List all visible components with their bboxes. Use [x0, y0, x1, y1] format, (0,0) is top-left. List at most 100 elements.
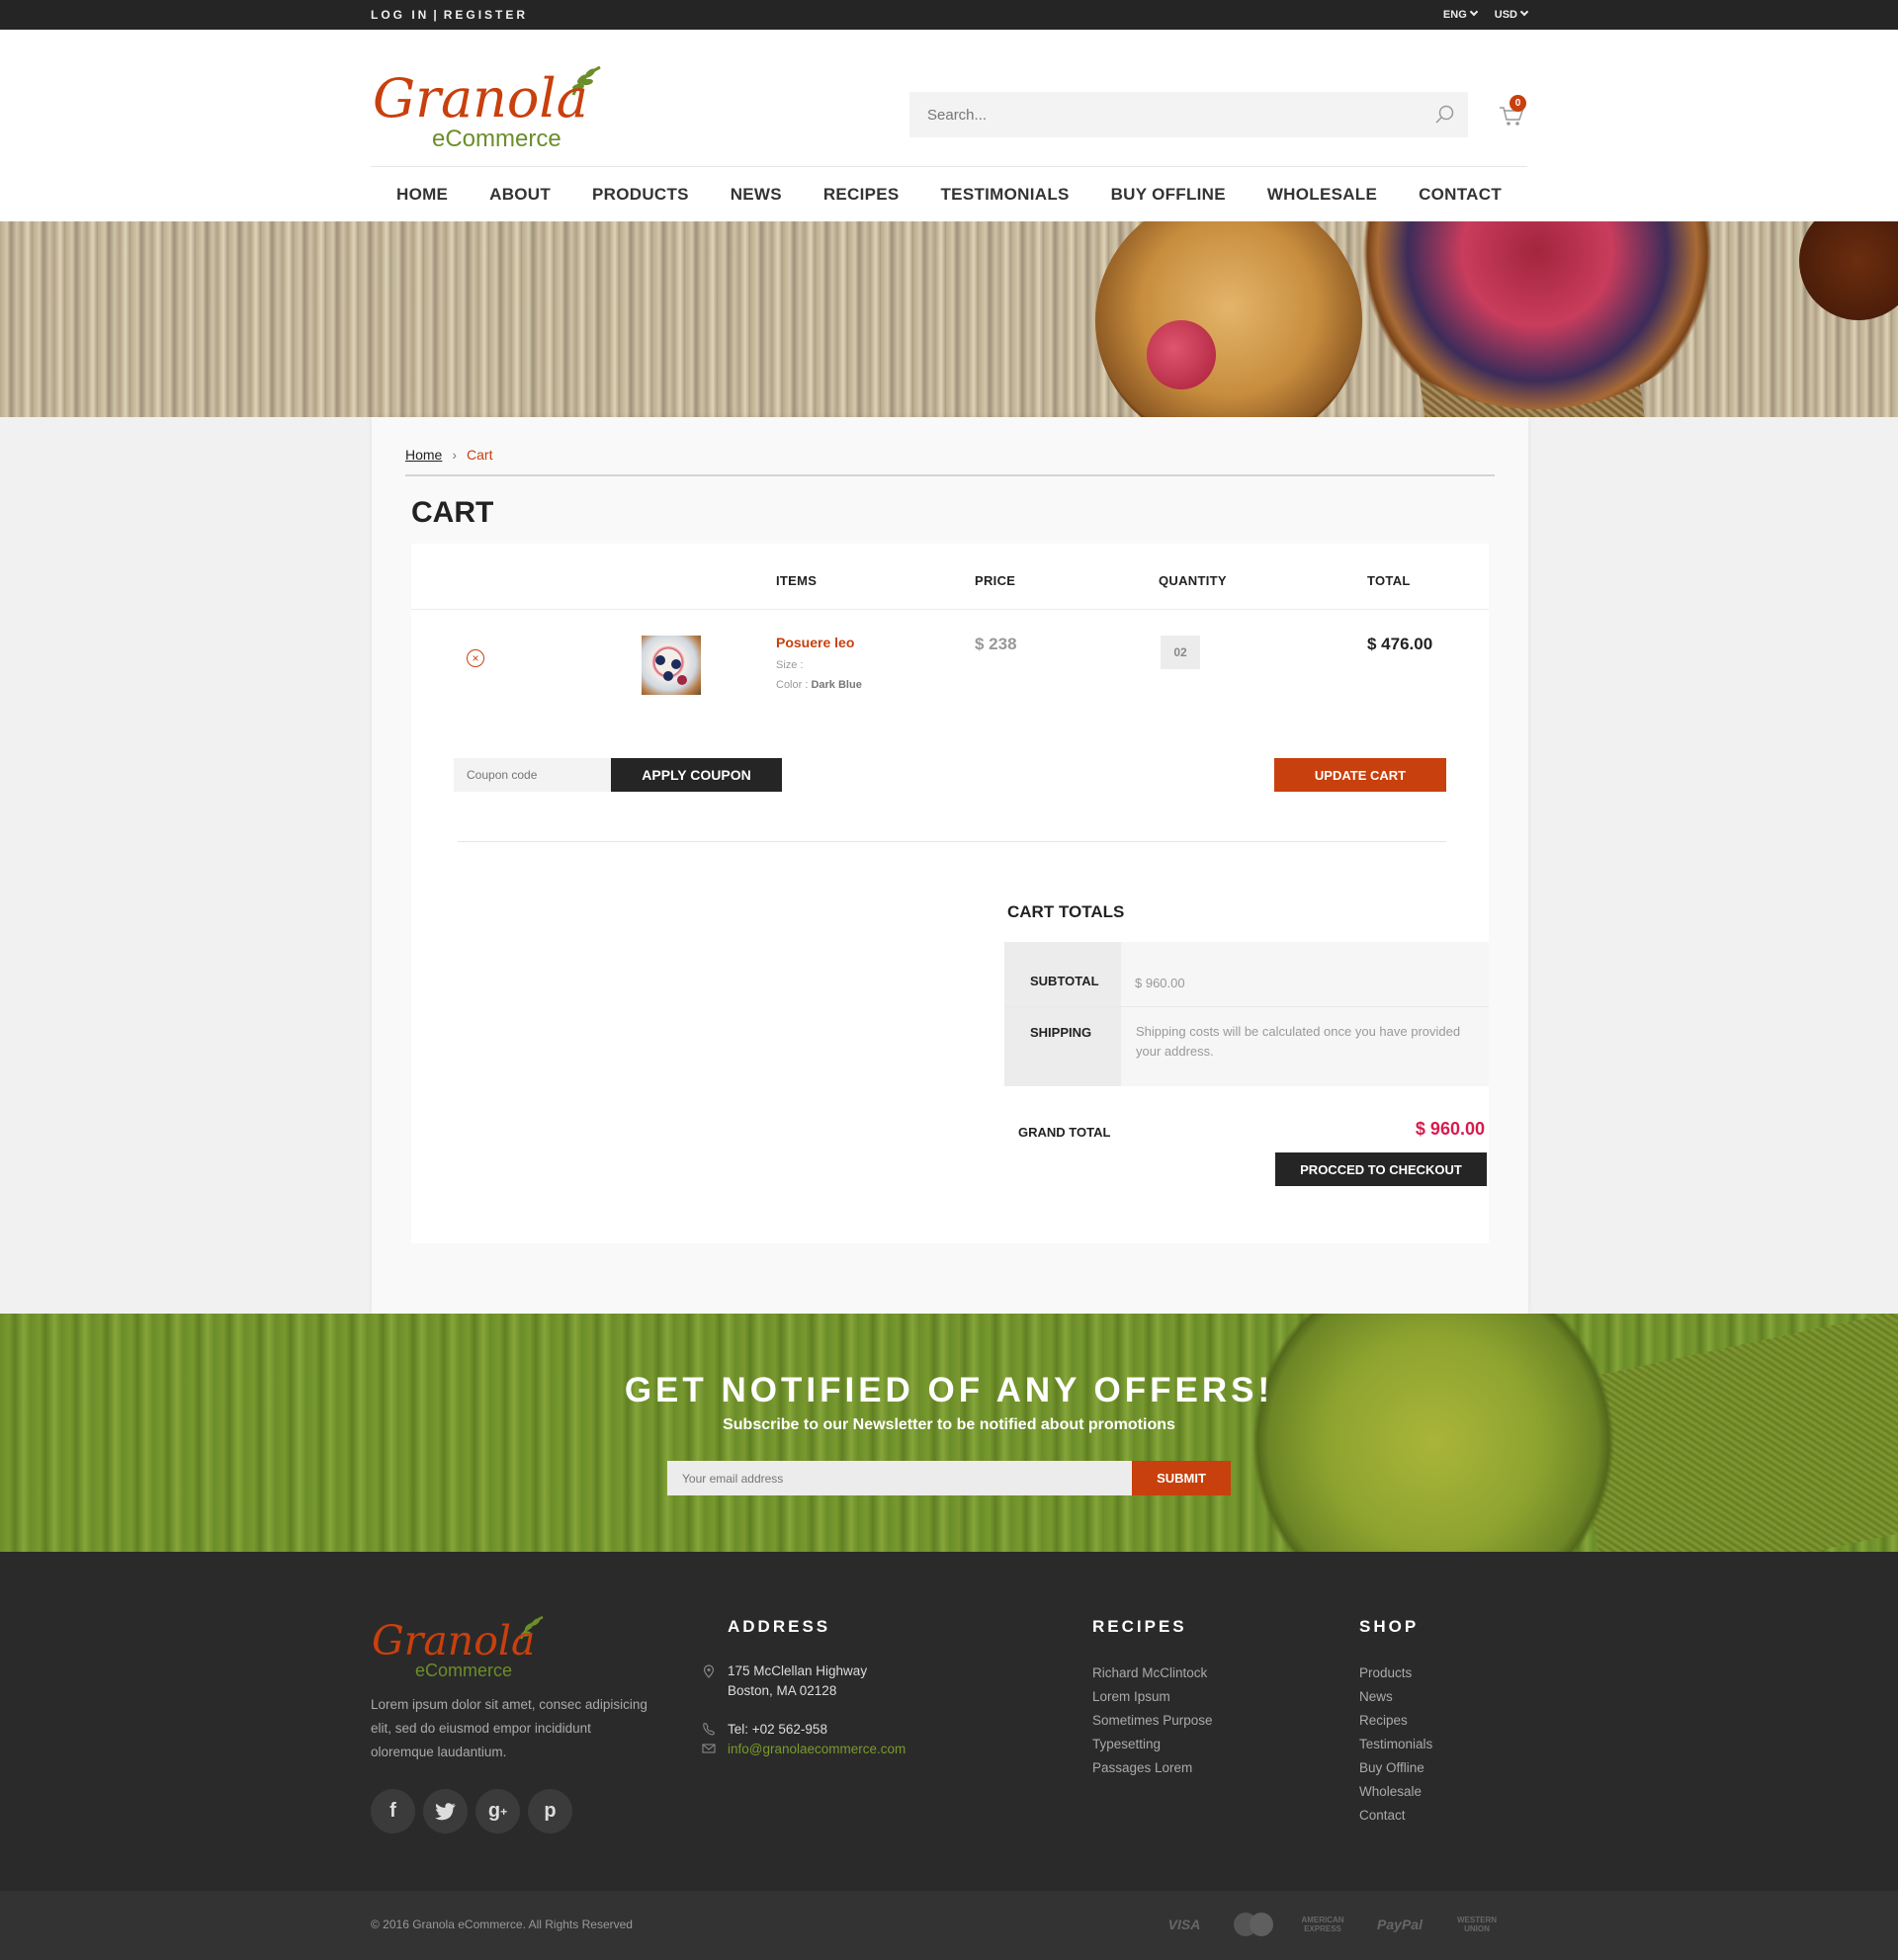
- chevron-right-icon: ›: [452, 447, 458, 463]
- nav-wholesale[interactable]: WHOLESALE: [1267, 185, 1377, 205]
- map-pin-icon: [703, 1664, 715, 1678]
- nav-buy-offline[interactable]: BUY OFFLINE: [1111, 185, 1226, 205]
- email-link[interactable]: info@granolaecommerce.com: [728, 1742, 906, 1756]
- nav-home[interactable]: HOME: [396, 185, 448, 205]
- address-block: 175 McClellan Highway Boston, MA 02128 T…: [702, 1662, 906, 1759]
- granola-logo[interactable]: Granola eCommerce: [371, 55, 608, 154]
- register-link[interactable]: REGISTER: [444, 8, 528, 22]
- payment-methods: VISA AMERICAN EXPRESS PayPal WESTERN UNI…: [1157, 1913, 1505, 1936]
- visa-icon: VISA: [1167, 1917, 1201, 1932]
- section-divider: [458, 841, 1446, 842]
- grand-total-label: GRAND TOTAL: [1018, 1125, 1111, 1140]
- remove-item-icon[interactable]: ×: [467, 649, 484, 667]
- update-cart-button[interactable]: UPDATE CART: [1274, 758, 1446, 792]
- phone-icon: [703, 1723, 715, 1736]
- recipe-link[interactable]: Passages Lorem: [1092, 1758, 1213, 1777]
- language-value: ENG: [1442, 9, 1467, 21]
- paypal-icon: PayPal: [1377, 1917, 1423, 1932]
- google-plus-icon[interactable]: g +: [475, 1789, 520, 1833]
- newsletter-title: GET NOTIFIED OF ANY OFFERS!: [624, 1371, 1274, 1409]
- product-color: Color : Dark Blue: [776, 679, 862, 691]
- subtotal-label: SUBTOTAL: [1030, 974, 1099, 988]
- currency-select[interactable]: USD: [1495, 7, 1529, 21]
- nav-about[interactable]: ABOUT: [489, 185, 551, 205]
- grand-total-value: $ 960.00: [1415, 1119, 1485, 1139]
- address-line1: 175 McClellan Highway: [728, 1663, 868, 1678]
- nav-products[interactable]: PRODUCTS: [592, 185, 689, 205]
- color-value: Dark Blue: [811, 679, 862, 691]
- hero-banner: [0, 221, 1898, 417]
- search-icon[interactable]: [1423, 92, 1468, 137]
- shop-link-buy-offline[interactable]: Buy Offline: [1359, 1758, 1432, 1777]
- recipe-link[interactable]: Typesetting: [1092, 1735, 1213, 1753]
- top-bar: LOG IN | REGISTER ENG USD: [0, 0, 1898, 30]
- recipe-link[interactable]: Sometimes Purpose: [1092, 1711, 1213, 1730]
- phone-number: Tel: +02 562-958: [728, 1722, 827, 1737]
- coupon-input[interactable]: [454, 758, 612, 792]
- nav-contact[interactable]: CONTACT: [1419, 185, 1502, 205]
- copyright-text: © 2016 Granola eCommerce. All Rights Res…: [371, 1917, 633, 1931]
- product-name[interactable]: Posuere leo: [776, 635, 854, 650]
- quantity-input[interactable]: 02: [1161, 636, 1200, 669]
- main-nav: HOME ABOUT PRODUCTS NEWS RECIPES TESTIMO…: [371, 167, 1527, 221]
- language-select[interactable]: ENG: [1442, 7, 1479, 21]
- social-links: f g + p: [371, 1789, 572, 1833]
- newsletter-submit-button[interactable]: SUBMIT: [1132, 1461, 1231, 1495]
- shop-link-contact[interactable]: Contact: [1359, 1806, 1432, 1825]
- shop-link-recipes[interactable]: Recipes: [1359, 1711, 1432, 1730]
- cart-page: Home › Cart CART ITEMS PRICE QUANTITY TO…: [372, 417, 1528, 1314]
- cart-totals-table: SUBTOTAL $ 960.00 SHIPPING Shipping cost…: [1004, 942, 1489, 1086]
- footer-logo-sub: eCommerce: [415, 1661, 512, 1680]
- cart-table-header: ITEMS PRICE QUANTITY TOTAL: [411, 544, 1489, 610]
- auth-divider: |: [433, 8, 440, 22]
- shipping-value: Shipping costs will be calculated once y…: [1136, 1024, 1461, 1059]
- footer-logo[interactable]: Granola eCommerce: [371, 1607, 549, 1681]
- product-price: $ 238: [975, 635, 1017, 653]
- chevron-down-icon: [1469, 7, 1479, 17]
- footer-logo-word: Granola: [372, 1617, 535, 1664]
- header-total: TOTAL: [1367, 573, 1411, 588]
- search-box: [909, 92, 1468, 137]
- breadcrumb-home[interactable]: Home: [405, 447, 442, 463]
- shipping-label-cell: SHIPPING: [1004, 1007, 1121, 1086]
- subtotal-label-cell: SUBTOTAL: [1004, 942, 1121, 1006]
- subtotal-value: $ 960.00: [1135, 976, 1185, 990]
- shop-link-wholesale[interactable]: Wholesale: [1359, 1782, 1432, 1801]
- banner-raspberry: [1147, 320, 1216, 389]
- apply-coupon-button[interactable]: APPLY COUPON: [611, 758, 782, 792]
- header-items: ITEMS: [776, 573, 818, 588]
- cart-totals-title: CART TOTALS: [1007, 902, 1125, 921]
- footer-about: Lorem ipsum dolor sit amet, consec adipi…: [371, 1697, 647, 1759]
- auth-links: LOG IN | REGISTER: [371, 8, 528, 22]
- address-heading: ADDRESS: [728, 1617, 831, 1636]
- amex-icon: AMERICAN EXPRESS: [1301, 1916, 1344, 1933]
- recipe-link[interactable]: Lorem Ipsum: [1092, 1687, 1213, 1706]
- nav-testimonials[interactable]: TESTIMONIALS: [941, 185, 1070, 205]
- shop-link-products[interactable]: Products: [1359, 1663, 1432, 1682]
- facebook-icon[interactable]: f: [371, 1789, 415, 1833]
- pinterest-icon[interactable]: p: [528, 1789, 572, 1833]
- breadcrumb-divider: [405, 474, 1495, 476]
- login-link[interactable]: LOG IN: [371, 8, 429, 22]
- locale-selectors: ENG USD: [1442, 7, 1529, 21]
- search-input[interactable]: [909, 106, 1423, 124]
- western-union-icon: WESTERN UNION: [1457, 1916, 1497, 1933]
- nav-news[interactable]: NEWS: [731, 185, 782, 205]
- chevron-down-icon: [1519, 7, 1529, 17]
- twitter-icon[interactable]: [423, 1789, 468, 1833]
- product-thumbnail[interactable]: [642, 636, 701, 695]
- shipping-label: SHIPPING: [1030, 1025, 1092, 1040]
- subtotal-row: SUBTOTAL $ 960.00: [1004, 942, 1489, 1007]
- recipe-link[interactable]: Richard McClintock: [1092, 1663, 1213, 1682]
- address-line2: Boston, MA 02128: [728, 1683, 837, 1698]
- shop-list: Products News Recipes Testimonials Buy O…: [1359, 1663, 1432, 1825]
- shipping-row: SHIPPING Shipping costs will be calculat…: [1004, 1007, 1489, 1086]
- checkout-button[interactable]: PROCCED TO CHECKOUT: [1275, 1152, 1487, 1186]
- shop-link-testimonials[interactable]: Testimonials: [1359, 1735, 1432, 1753]
- color-label: Color :: [776, 679, 809, 691]
- site-header: Granola eCommerce 0 HOME ABOUT PRODUCTS …: [0, 30, 1898, 221]
- nav-recipes[interactable]: RECIPES: [823, 185, 900, 205]
- breadcrumb: Home › Cart: [405, 447, 492, 463]
- shop-link-news[interactable]: News: [1359, 1687, 1432, 1706]
- newsletter-email-input[interactable]: [667, 1461, 1133, 1495]
